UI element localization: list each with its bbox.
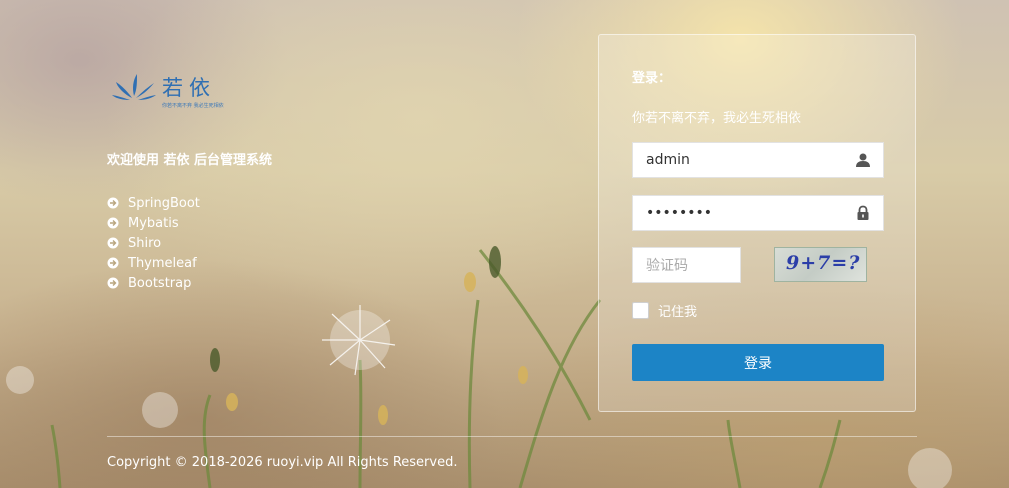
list-item: Mybatis: [107, 213, 437, 233]
ruoyi-logo: 若依 你若不离不弃 我必生死相依: [110, 70, 235, 118]
welcome-heading: 欢迎使用 若依 后台管理系统: [107, 153, 273, 168]
password-value[interactable]: ••••••••: [633, 205, 855, 221]
copyright-text: Copyright © 2018-2026 ruoyi.vip All Righ…: [107, 455, 458, 470]
tech-label: Shiro: [128, 235, 162, 251]
password-field[interactable]: ••••••••: [632, 195, 884, 231]
login-title: 登录：: [632, 71, 672, 86]
circle-arrow-right-icon: [107, 257, 119, 269]
intro-panel: 若依 你若不离不弃 我必生死相依 欢迎使用 若依 后台管理系统 SpringBo…: [107, 70, 437, 293]
remember-checkbox[interactable]: [632, 302, 649, 319]
username-field[interactable]: admin: [632, 142, 884, 178]
technology-list: SpringBoot Mybatis Shiro Thymeleaf Boots…: [107, 193, 437, 293]
list-item: Shiro: [107, 233, 437, 253]
list-item: SpringBoot: [107, 193, 437, 213]
login-form: 登录： 你若不离不弃，我必生死相依 admin •••••••• 验证码 9+7…: [598, 34, 916, 412]
tech-label: Bootstrap: [128, 275, 192, 291]
captcha-image[interactable]: 9+7=?: [774, 247, 867, 282]
captcha-text: 9+7=?: [786, 252, 861, 274]
circle-arrow-right-icon: [107, 217, 119, 229]
username-value[interactable]: admin: [633, 152, 855, 168]
logo-tagline: 你若不离不弃 我必生死相依: [162, 103, 224, 109]
tech-label: Mybatis: [128, 215, 179, 231]
circle-arrow-right-icon: [107, 277, 119, 289]
captcha-input[interactable]: 验证码: [632, 247, 741, 283]
lock-icon: [857, 205, 869, 220]
circle-arrow-right-icon: [107, 237, 119, 249]
remember-label: 记住我: [658, 305, 698, 320]
list-item: Bootstrap: [107, 273, 437, 293]
list-item: Thymeleaf: [107, 253, 437, 273]
login-button[interactable]: 登录: [632, 344, 884, 381]
circle-arrow-right-icon: [107, 197, 119, 209]
leaf-logo-icon: [112, 74, 156, 100]
user-icon: [856, 153, 870, 167]
tech-label: SpringBoot: [128, 195, 200, 211]
footer-divider: [107, 436, 917, 437]
tech-label: Thymeleaf: [128, 255, 197, 271]
login-subtitle: 你若不离不弃，我必生死相依: [632, 111, 802, 126]
logo-wordmark: 若依: [162, 76, 216, 100]
remember-me[interactable]: 记住我: [632, 301, 697, 320]
